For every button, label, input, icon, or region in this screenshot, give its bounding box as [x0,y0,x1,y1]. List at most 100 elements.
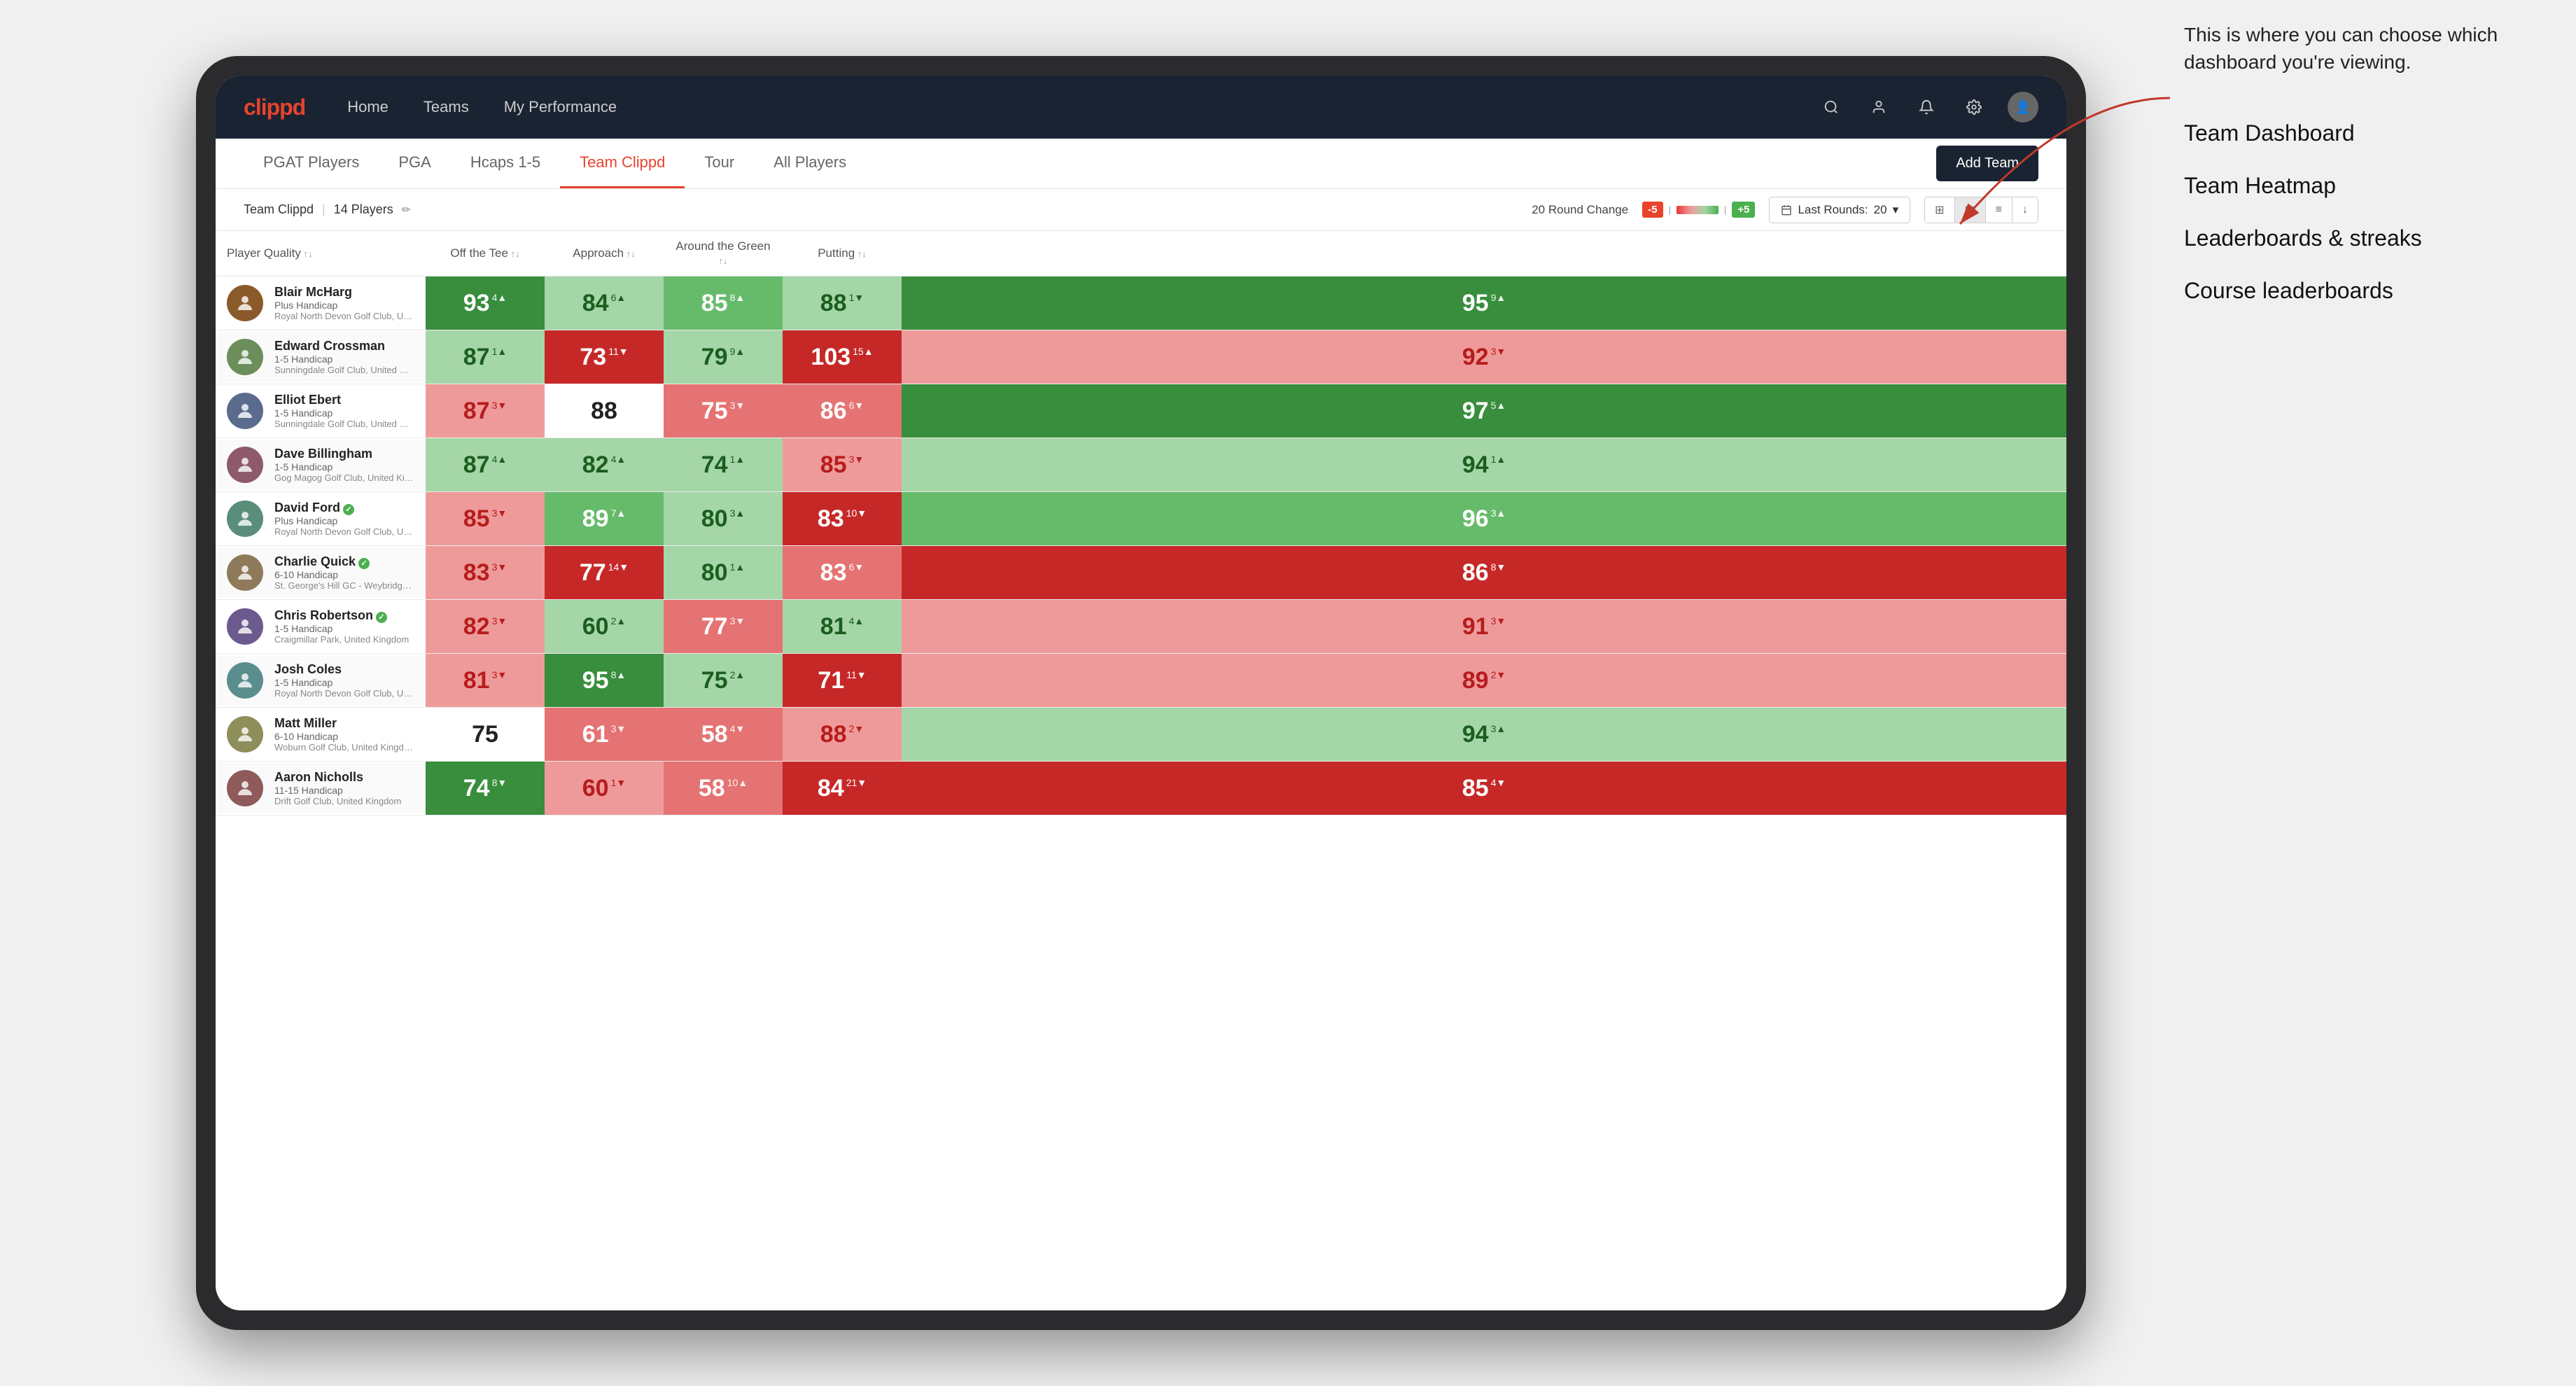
score-box: 81 4▲ [783,600,902,653]
score-value: 89 [582,505,609,533]
player-club: Drift Golf Club, United Kingdom [274,796,401,806]
player-avatar [227,500,263,537]
player-handicap: 1-5 Handicap [274,407,414,419]
player-handicap: 6-10 Handicap [274,731,414,742]
score-value: 88 [591,398,617,425]
player-cell[interactable]: Aaron Nicholls 11-15 Handicap Drift Golf… [216,762,426,816]
last-rounds-label: Last Rounds: [1798,203,1868,217]
score-value: 88 [820,721,847,748]
table-row: Blair McHarg Plus Handicap Royal North D… [216,276,2066,330]
score-box: 83 10▼ [783,492,902,545]
score-box: 86 8▼ [902,546,2066,599]
tab-pgat-players[interactable]: PGAT Players [244,139,379,188]
player-handicap: Plus Handicap [274,300,414,311]
change-pos: +5 [1732,202,1755,218]
score-value: 85 [1462,775,1489,802]
score-box: 83 3▼ [426,546,545,599]
player-avatar [227,662,263,699]
player-info: Josh Coles 1-5 Handicap Royal North Devo… [274,662,414,699]
score-cell: 84 6▲ [545,276,664,330]
score-value: 75 [701,667,728,694]
search-icon[interactable] [1817,93,1845,121]
tab-team-clippd[interactable]: Team Clippd [560,139,685,188]
score-cell: 71 11▼ [783,654,902,708]
tab-hcaps[interactable]: Hcaps 1-5 [451,139,560,188]
player-club: Woburn Golf Club, United Kingdom [274,742,414,752]
player-cell[interactable]: Josh Coles 1-5 Handicap Royal North Devo… [216,654,426,708]
app-logo[interactable]: clippd [244,94,305,120]
player-count: 14 Players [334,202,393,217]
score-cell: 80 1▲ [664,546,783,600]
score-cell: 87 3▼ [426,384,545,438]
tab-all-players[interactable]: All Players [754,139,866,188]
score-cell: 88 2▼ [783,708,902,762]
player-info: Elliot Ebert 1-5 Handicap Sunningdale Go… [274,393,414,429]
score-cell: 85 3▼ [783,438,902,492]
score-box: 89 2▼ [902,654,2066,707]
score-box: 85 4▼ [902,762,2066,815]
player-name: Elliot Ebert [274,393,414,407]
nav-my-performance[interactable]: My Performance [504,98,617,116]
score-cell: 83 3▼ [426,546,545,600]
score-box: 73 11▼ [545,330,664,384]
player-handicap: 11-15 Handicap [274,785,401,796]
player-info: Chris Robertson✓ 1-5 Handicap Craigmilla… [274,608,409,645]
score-box: 103 15▲ [783,330,902,384]
score-cell: 79 9▲ [664,330,783,384]
score-cell: 86 6▼ [783,384,902,438]
score-box: 81 3▼ [426,654,545,707]
tab-tour[interactable]: Tour [685,139,754,188]
player-cell[interactable]: Chris Robertson✓ 1-5 Handicap Craigmilla… [216,600,426,654]
score-value: 58 [701,721,728,748]
score-box: 71 11▼ [783,654,902,707]
player-cell[interactable]: David Ford✓ Plus Handicap Royal North De… [216,492,426,546]
annotation-list: Team Dashboard Team Heatmap Leaderboards… [2184,118,2548,306]
player-handicap: 6-10 Handicap [274,569,414,580]
table-row: Matt Miller 6-10 Handicap Woburn Golf Cl… [216,708,2066,762]
score-box: 97 5▲ [902,384,2066,438]
score-cell: 96 3▲ [902,492,2066,546]
player-cell[interactable]: Edward Crossman 1-5 Handicap Sunningdale… [216,330,426,384]
last-rounds-button[interactable]: Last Rounds: 20 ▾ [1769,197,1910,223]
player-handicap: 1-5 Handicap [274,461,414,472]
score-box: 91 3▼ [902,600,2066,653]
score-box: 82 3▼ [426,600,545,653]
score-box: 85 3▼ [426,492,545,545]
score-value: 94 [1462,451,1489,479]
player-cell[interactable]: Charlie Quick✓ 6-10 Handicap St. George'… [216,546,426,600]
score-box: 79 9▲ [664,330,783,384]
annotation-item-1: Team Heatmap [2184,170,2548,202]
edit-icon[interactable]: ✏ [402,203,411,217]
score-value: 81 [463,667,490,694]
score-value: 85 [701,290,728,317]
user-icon[interactable] [1865,93,1893,121]
score-cell: 83 6▼ [783,546,902,600]
nav-teams[interactable]: Teams [424,98,469,116]
score-cell: 83 10▼ [783,492,902,546]
nav-home[interactable]: Home [347,98,388,116]
score-value: 92 [1462,344,1489,371]
table-row: Chris Robertson✓ 1-5 Handicap Craigmilla… [216,600,2066,654]
score-value: 86 [820,398,847,425]
player-cell[interactable]: Elliot Ebert 1-5 Handicap Sunningdale Go… [216,384,426,438]
player-cell[interactable]: Blair McHarg Plus Handicap Royal North D… [216,276,426,330]
player-avatar [227,770,263,806]
score-cell: 75 3▼ [664,384,783,438]
player-cell[interactable]: Matt Miller 6-10 Handicap Woburn Golf Cl… [216,708,426,762]
player-info: Dave Billingham 1-5 Handicap Gog Magog G… [274,447,414,483]
score-value: 96 [1462,505,1489,533]
score-cell: 85 4▼ [902,762,2066,816]
player-cell[interactable]: Dave Billingham 1-5 Handicap Gog Magog G… [216,438,426,492]
player-avatar [227,554,263,591]
tab-pga[interactable]: PGA [379,139,450,188]
score-value: 77 [580,559,606,587]
heatmap-table: Player Quality Off the Tee Approach Arou… [216,231,2066,816]
score-box: 80 1▲ [664,546,783,599]
score-value: 86 [1462,559,1489,587]
score-box: 94 1▲ [902,438,2066,491]
score-cell: 94 1▲ [902,438,2066,492]
score-box: 95 8▲ [545,654,664,707]
score-value: 75 [472,721,498,748]
table-row: Edward Crossman 1-5 Handicap Sunningdale… [216,330,2066,384]
score-value: 103 [811,344,850,371]
